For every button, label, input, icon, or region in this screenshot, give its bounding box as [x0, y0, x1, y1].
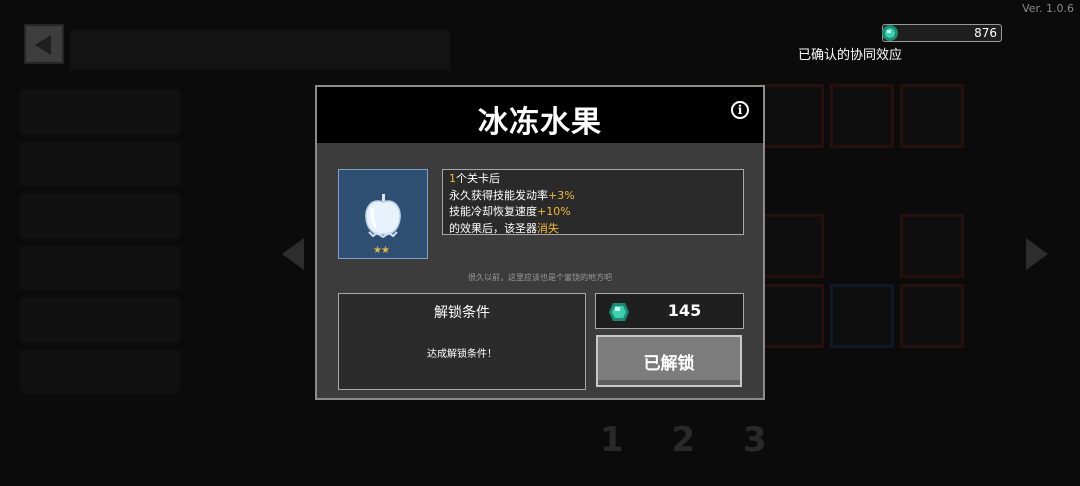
synergy-link[interactable]: 已确认的协同效应 [798, 44, 902, 63]
highlight-value: 1 [449, 172, 456, 185]
grid-cell[interactable] [900, 214, 964, 278]
description-line: 1个关卡后 [449, 171, 737, 188]
description-text: 的效果后，该圣器 [449, 221, 537, 235]
unlock-title: 解锁条件 [434, 305, 490, 321]
version-label: Ver. 1.0.6 [1022, 2, 1074, 15]
gem-count: 876 [974, 26, 997, 40]
list-item[interactable] [20, 90, 180, 134]
description-text: 永久获得技能发动率 [449, 188, 548, 202]
description-line: 技能冷却恢复速度+10% [449, 204, 737, 221]
description-line: 永久获得技能发动率+3% [449, 188, 737, 205]
item-portrait: ★★ [338, 169, 428, 259]
list-item[interactable] [20, 246, 180, 290]
modal-title: 冰冻水果 [478, 105, 602, 140]
highlight-value: 消失 [537, 221, 559, 235]
highlight-value: +3% [548, 188, 575, 202]
gem-counter: 876 [882, 24, 1002, 42]
prev-page-arrow-icon[interactable] [282, 238, 304, 270]
page-numbers[interactable]: 1 2 3 [600, 420, 785, 460]
price-value: 145 [667, 301, 702, 320]
category-list [20, 90, 180, 402]
grid-cell[interactable] [760, 84, 824, 148]
flavor-text: 很久以前，这里应该也是个富饶的地方吧 [468, 273, 612, 282]
list-item[interactable] [20, 298, 180, 342]
relic-detail-modal: 冰冻水果 i ★★ 1个关卡后 永久获得技能发动率+3% 技能冷却恢复速度+10… [315, 85, 765, 400]
grid-cell[interactable] [830, 84, 894, 148]
highlight-value: +10% [537, 205, 571, 218]
info-icon[interactable]: i [731, 101, 749, 119]
star-rating: ★★ [373, 245, 390, 256]
next-page-arrow-icon[interactable] [1026, 238, 1048, 270]
grid-cell[interactable] [900, 284, 964, 348]
price-panel: 145 [595, 293, 744, 329]
back-button[interactable] [24, 24, 64, 64]
header-bar [70, 30, 450, 70]
unlocked-button[interactable]: 已解锁 [596, 335, 742, 387]
unlocked-button-label: 已解锁 [643, 354, 695, 374]
frozen-apple-icon [365, 194, 401, 238]
description-text: 技能冷却恢复速度 [449, 205, 537, 218]
list-item[interactable] [20, 350, 180, 394]
grid-cell[interactable] [830, 284, 894, 348]
grid-cell[interactable] [760, 214, 824, 278]
unlock-condition-panel: 解锁条件 达成解锁条件！ [338, 293, 586, 390]
list-item[interactable] [20, 194, 180, 238]
grid-cell[interactable] [760, 284, 824, 348]
list-item[interactable] [20, 142, 180, 186]
description-line: 的效果后，该圣器消失 [449, 221, 737, 238]
modal-header: 冰冻水果 i [317, 87, 763, 143]
description-text: 个关卡后 [456, 172, 500, 185]
effect-description: 1个关卡后 永久获得技能发动率+3% 技能冷却恢复速度+10% 的效果后，该圣器… [442, 169, 744, 235]
unlock-condition: 达成解锁条件！ [427, 349, 497, 360]
gem-icon [882, 25, 898, 41]
relic-grid [760, 84, 1000, 404]
grid-cell[interactable] [900, 84, 964, 148]
